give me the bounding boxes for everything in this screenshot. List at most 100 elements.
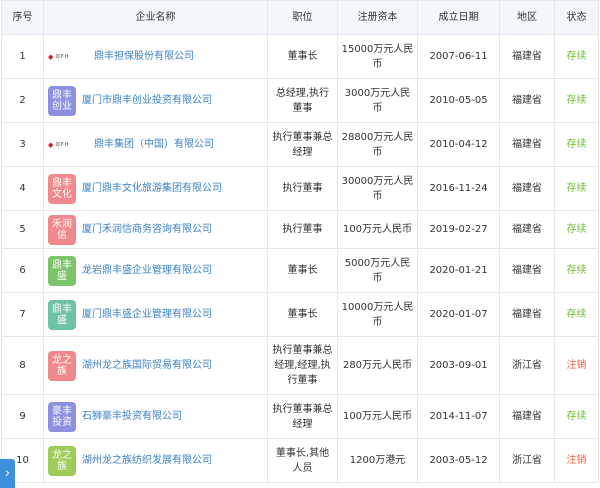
status-text: 存续: [566, 411, 587, 422]
table-row: 1 ◆ DFH 鼎丰担保股份有限公司 董事长 15000万元人民币 2007-06-11 福建…: [1, 34, 599, 79]
company-name-wrap: ◆ DFH 鼎丰集团（中国）有限公司: [48, 137, 264, 152]
company-logo: 鼎丰盛: [48, 299, 76, 330]
table-row: 6 鼎丰盛 龙岩鼎丰盛企业管理有限公司 董事长 5000万元人民币 2020-01-21 福…: [1, 248, 599, 293]
row-no: 7: [1, 292, 44, 337]
row-no: 4: [1, 166, 44, 211]
dfh-logo-text: DFH: [55, 53, 70, 60]
table-row: 4 鼎丰文化 厦门鼎丰文化旅游集团有限公司 执行董事 30000万元人民币 2016-11…: [1, 166, 599, 211]
status-badge: 注销: [554, 336, 599, 395]
company-name-link[interactable]: 厦门禾润信商务咨询有限公司: [82, 222, 212, 237]
date-cell: 2007-06-11: [417, 34, 500, 79]
row-no: 6: [1, 248, 44, 293]
status-text: 存续: [566, 183, 587, 194]
date-cell: 2014-11-07: [417, 394, 500, 439]
status-text: 注销: [566, 455, 587, 466]
table-row: 5 禾润信 厦门禾润信商务咨询有限公司 执行董事 100万元人民币 2019-02-27 福…: [1, 210, 599, 249]
row-no: 5: [1, 210, 44, 249]
chevron-right-icon: ›: [4, 466, 11, 481]
date-cell: 2019-02-27: [417, 210, 500, 249]
company-name-wrap: ◆ DFH 鼎丰担保股份有限公司: [48, 49, 264, 64]
company-name-link[interactable]: 龙岩鼎丰盛企业管理有限公司: [82, 263, 212, 278]
company-name-link[interactable]: 石狮豪丰投资有限公司: [82, 409, 182, 424]
company-name-wrap: 鼎丰创业 厦门市鼎丰创业投资有限公司: [48, 85, 264, 116]
date-cell: 2020-01-21: [417, 248, 500, 293]
company-name-link[interactable]: 厦门鼎丰文化旅游集团有限公司: [82, 181, 222, 196]
company-name-link[interactable]: 厦门鼎丰盛企业管理有限公司: [82, 307, 212, 322]
capital-cell: 10000万元人民币: [337, 292, 418, 337]
region-cell: 福建省: [499, 210, 555, 249]
company-name-link[interactable]: 湖州龙之族国际贸易有限公司: [82, 358, 212, 373]
position-cell: 董事长: [267, 292, 338, 337]
company-name-wrap: 鼎丰文化 厦门鼎丰文化旅游集团有限公司: [48, 173, 264, 204]
table-row: 3 ◆ DFH 鼎丰集团（中国）有限公司 执行董事兼总经理 28800万元人民币 2010-…: [1, 122, 599, 167]
row-no: 3: [1, 122, 44, 167]
status-text: 存续: [566, 309, 587, 320]
region-cell: 浙江省: [499, 336, 555, 395]
company-logo: 鼎丰创业: [48, 85, 76, 116]
company-name-cell: 鼎丰盛 厦门鼎丰盛企业管理有限公司: [43, 292, 268, 337]
header-company-name: 企业名称: [43, 0, 268, 35]
position-cell: 总经理,执行董事: [267, 78, 338, 123]
row-no: 9: [1, 394, 44, 439]
company-logo: 鼎丰盛: [48, 255, 76, 286]
capital-cell: 15000万元人民币: [337, 34, 418, 79]
header-position: 职位: [267, 0, 338, 35]
company-name-cell: 龙之族 湖州龙之族纺织发展有限公司: [43, 438, 268, 483]
capital-cell: 30000万元人民币: [337, 166, 418, 211]
status-badge: 存续: [554, 78, 599, 123]
status-badge: 注销: [554, 438, 599, 483]
position-cell: 执行董事: [267, 210, 338, 249]
header-capital: 注册资本: [337, 0, 418, 35]
status-text: 存续: [566, 95, 587, 106]
capital-cell: 28800万元人民币: [337, 122, 418, 167]
company-name-cell: 鼎丰创业 厦门市鼎丰创业投资有限公司: [43, 78, 268, 123]
company-name-cell: 禾润信 厦门禾润信商务咨询有限公司: [43, 210, 268, 249]
status-badge: 存续: [554, 292, 599, 337]
table-row: 8 龙之族 湖州龙之族国际贸易有限公司 执行董事兼总经理,经理,执行董事 280万元人民…: [1, 336, 599, 395]
company-name-link[interactable]: 鼎丰担保股份有限公司: [94, 49, 194, 64]
company-logo: ◆ DFH: [48, 137, 88, 152]
region-cell: 福建省: [499, 394, 555, 439]
capital-cell: 5000万元人民币: [337, 248, 418, 293]
company-name-link[interactable]: 湖州龙之族纺织发展有限公司: [82, 453, 212, 468]
company-name-cell: ◆ DFH 鼎丰担保股份有限公司: [43, 34, 268, 79]
table-row: 7 鼎丰盛 厦门鼎丰盛企业管理有限公司 董事长 10000万元人民币 2020-01-07…: [1, 292, 599, 337]
dfh-mark-icon: ◆: [48, 52, 54, 61]
company-name-cell: 豪丰投资 石狮豪丰投资有限公司: [43, 394, 268, 439]
region-cell: 福建省: [499, 78, 555, 123]
company-name-cell: 鼎丰盛 龙岩鼎丰盛企业管理有限公司: [43, 248, 268, 293]
status-badge: 存续: [554, 248, 599, 293]
position-cell: 执行董事兼总经理: [267, 394, 338, 439]
company-logo: 豪丰投资: [48, 401, 76, 432]
header-no: 序号: [1, 0, 44, 35]
status-badge: 存续: [554, 210, 599, 249]
position-cell: 执行董事兼总经理: [267, 122, 338, 167]
company-logo: 龙之族: [48, 350, 76, 381]
status-text: 存续: [566, 139, 587, 150]
position-cell: 董事长,其他人员: [267, 438, 338, 483]
status-badge: 存续: [554, 34, 599, 79]
status-badge: 存续: [554, 166, 599, 211]
header-date: 成立日期: [417, 0, 500, 35]
region-cell: 浙江省: [499, 438, 555, 483]
company-name-link[interactable]: 厦门市鼎丰创业投资有限公司: [82, 93, 212, 108]
status-text: 注销: [566, 360, 587, 371]
company-name-wrap: 豪丰投资 石狮豪丰投资有限公司: [48, 401, 264, 432]
region-cell: 福建省: [499, 34, 555, 79]
status-text: 存续: [566, 265, 587, 276]
table-header-row: 序号 企业名称 职位 注册资本 成立日期 地区 状态: [1, 0, 599, 35]
date-cell: 2016-11-24: [417, 166, 500, 211]
row-no: 2: [1, 78, 44, 123]
row-no: 1: [1, 34, 44, 79]
company-logo: 鼎丰文化: [48, 173, 76, 204]
region-cell: 福建省: [499, 248, 555, 293]
dfh-mark-icon: ◆: [48, 140, 54, 149]
expand-side-tab[interactable]: ›: [0, 459, 15, 488]
company-logo: ◆ DFH: [48, 49, 88, 64]
position-cell: 执行董事: [267, 166, 338, 211]
company-name-wrap: 禾润信 厦门禾润信商务咨询有限公司: [48, 214, 264, 245]
company-name-link[interactable]: 鼎丰集团（中国）有限公司: [94, 137, 214, 152]
table-body: 1 ◆ DFH 鼎丰担保股份有限公司 董事长 15000万元人民币 2007-06-11 福建…: [1, 34, 599, 483]
header-region: 地区: [499, 0, 555, 35]
status-text: 存续: [566, 224, 587, 235]
